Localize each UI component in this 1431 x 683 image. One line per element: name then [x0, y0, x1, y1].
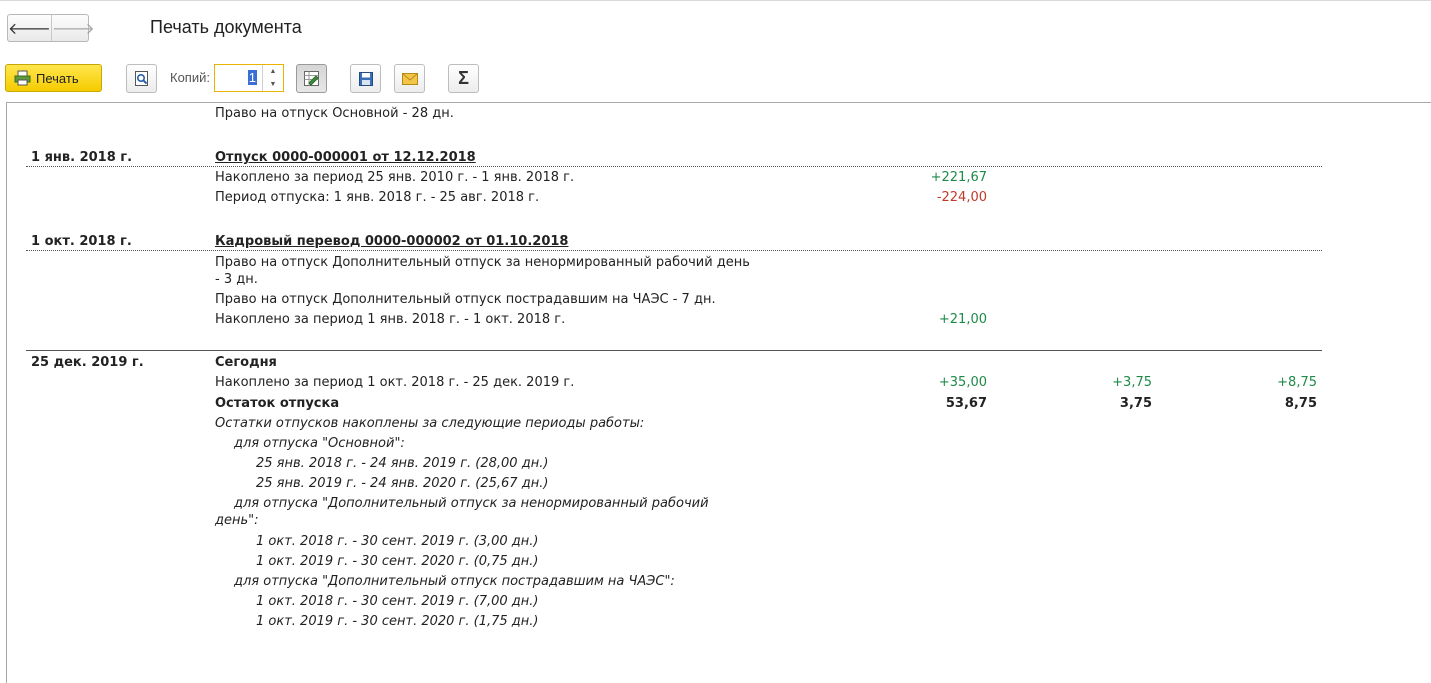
doc-row: Право на отпуск Дополнительный отпуск по… — [215, 292, 716, 307]
note-line: для отпуска "Основной": — [234, 436, 405, 451]
note-line: для отпуска "Дополнительный отпуск за не… — [234, 496, 709, 511]
doc-row: Право на отпуск Дополнительный отпуск за… — [215, 255, 750, 270]
section-date: 1 янв. 2018 г. — [31, 150, 133, 165]
section-title: Сегодня — [215, 355, 277, 370]
note-line: 1 окт. 2019 г. - 30 сент. 2020 г. (0,75 … — [256, 554, 539, 569]
section-date: 25 дек. 2019 г. — [31, 355, 144, 370]
spreadsheet-document: Право на отпуск Основной - 28 дн. 1 янв.… — [0, 0, 1431, 676]
doc-row: Накоплено за период 1 янв. 2018 г. - 1 о… — [215, 312, 566, 327]
balance-main: 53,67 — [945, 396, 987, 411]
doc-row: Накоплено за период 25 янв. 2010 г. - 1 … — [215, 170, 575, 185]
section-title-link[interactable]: Отпуск 0000-000001 от 12.12.2018 — [215, 150, 476, 166]
value-irregular: +3,75 — [1112, 375, 1152, 390]
note-line: 25 янв. 2019 г. - 24 янв. 2020 г. (25,67… — [256, 476, 549, 491]
doc-row: - 3 дн. — [215, 272, 258, 287]
note-line: 1 окт. 2018 г. - 30 сент. 2019 г. (3,00 … — [256, 534, 539, 549]
value-accrued: +221,67 — [930, 170, 987, 185]
balance-chaes: 8,75 — [1284, 396, 1317, 411]
value-accrued: +21,00 — [938, 312, 987, 327]
doc-row: Накоплено за период 1 окт. 2018 г. - 25 … — [215, 375, 575, 390]
value-main: +35,00 — [938, 375, 987, 390]
note-line: 1 окт. 2018 г. - 30 сент. 2019 г. (7,00 … — [256, 594, 539, 609]
value-used: -224,00 — [936, 190, 987, 205]
value-chaes: +8,75 — [1277, 375, 1317, 390]
doc-row: Период отпуска: 1 янв. 2018 г. - 25 авг.… — [215, 190, 540, 205]
note-line: для отпуска "Дополнительный отпуск постр… — [234, 574, 675, 589]
doc-row: Право на отпуск Основной - 28 дн. — [215, 106, 454, 121]
note-line: 25 янв. 2018 г. - 24 янв. 2019 г. (28,00… — [256, 456, 549, 471]
dotted-separator — [26, 166, 1322, 167]
note-line: день": — [215, 513, 259, 528]
section-date: 1 окт. 2018 г. — [31, 234, 132, 249]
dotted-separator — [26, 250, 1322, 251]
note-line: 1 окт. 2019 г. - 30 сент. 2020 г. (1,75 … — [256, 614, 539, 629]
balance-irregular: 3,75 — [1119, 396, 1152, 411]
solid-separator — [26, 350, 1322, 351]
section-title-link[interactable]: Кадровый перевод 0000-000002 от 01.10.20… — [215, 234, 568, 250]
balance-label: Остаток отпуска — [215, 396, 340, 411]
note-line: Остатки отпусков накоплены за следующие … — [215, 416, 645, 431]
